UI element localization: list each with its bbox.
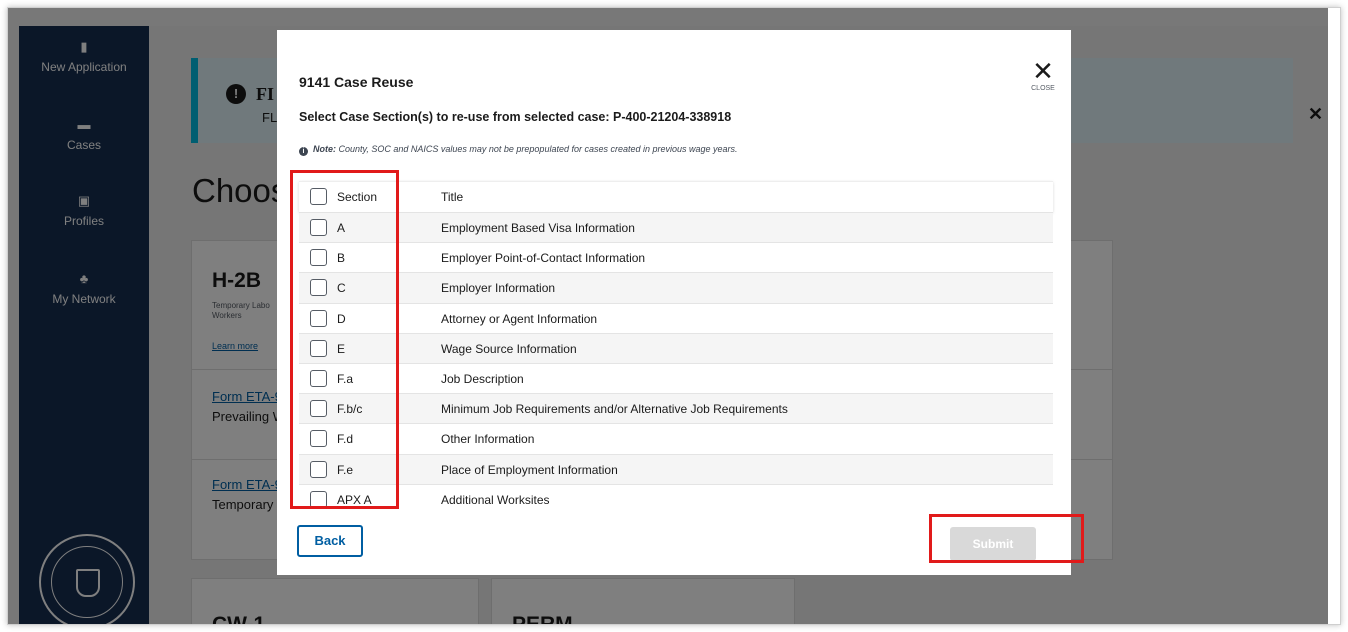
close-icon: ✕ bbox=[1032, 56, 1054, 86]
column-header-title: Title bbox=[441, 190, 464, 204]
modal-subtitle: Select Case Section(s) to re-use from se… bbox=[299, 110, 732, 124]
table-row: A Employment Based Visa Information bbox=[299, 212, 1053, 243]
highlight-box-submit bbox=[929, 514, 1084, 563]
modal-title: 9141 Case Reuse bbox=[299, 74, 414, 90]
section-title: Additional Worksites bbox=[441, 492, 550, 507]
modal-note: i Note: County, SOC and NAICS values may … bbox=[299, 144, 738, 156]
info-icon: i bbox=[299, 147, 308, 156]
close-button[interactable]: ✕ CLOSE bbox=[1027, 56, 1059, 92]
table-row: D Attorney or Agent Information bbox=[299, 302, 1053, 333]
table-row: F.a Job Description bbox=[299, 362, 1053, 393]
table-header-row: Section Title bbox=[299, 181, 1053, 212]
section-title: Other Information bbox=[441, 432, 535, 447]
close-label: CLOSE bbox=[1031, 85, 1055, 92]
note-text: County, SOC and NAICS values may not be … bbox=[336, 144, 738, 154]
section-title: Job Description bbox=[441, 371, 524, 386]
section-table: Section Title A Employment Based Visa In… bbox=[299, 181, 1053, 514]
note-label: Note: bbox=[313, 144, 336, 154]
section-title: Employment Based Visa Information bbox=[441, 221, 635, 235]
table-row: F.b/c Minimum Job Requirements and/or Al… bbox=[299, 393, 1053, 424]
table-row: F.e Place of Employment Information bbox=[299, 453, 1053, 484]
table-row: C Employer Information bbox=[299, 272, 1053, 303]
section-title: Employer Information bbox=[441, 281, 556, 296]
section-title: Employer Point-of-Contact Information bbox=[441, 251, 646, 266]
table-row: F.d Other Information bbox=[299, 423, 1053, 453]
table-row: B Employer Point-of-Contact Information bbox=[299, 242, 1053, 272]
section-title: Wage Source Information bbox=[441, 341, 577, 356]
table-row: APX A Additional Worksites bbox=[299, 483, 1053, 514]
section-title: Place of Employment Information bbox=[441, 462, 618, 477]
table-row: E Wage Source Information bbox=[299, 332, 1053, 363]
section-title: Attorney or Agent Information bbox=[441, 311, 598, 326]
screenshot-frame: ▮ New Application ▬ Cases ▣ Profiles ♣ M… bbox=[7, 7, 1341, 625]
back-button[interactable]: Back bbox=[297, 525, 363, 557]
section-title: Minimum Job Requirements and/or Alternat… bbox=[441, 402, 788, 417]
highlight-box-section-checkboxes bbox=[290, 170, 399, 509]
